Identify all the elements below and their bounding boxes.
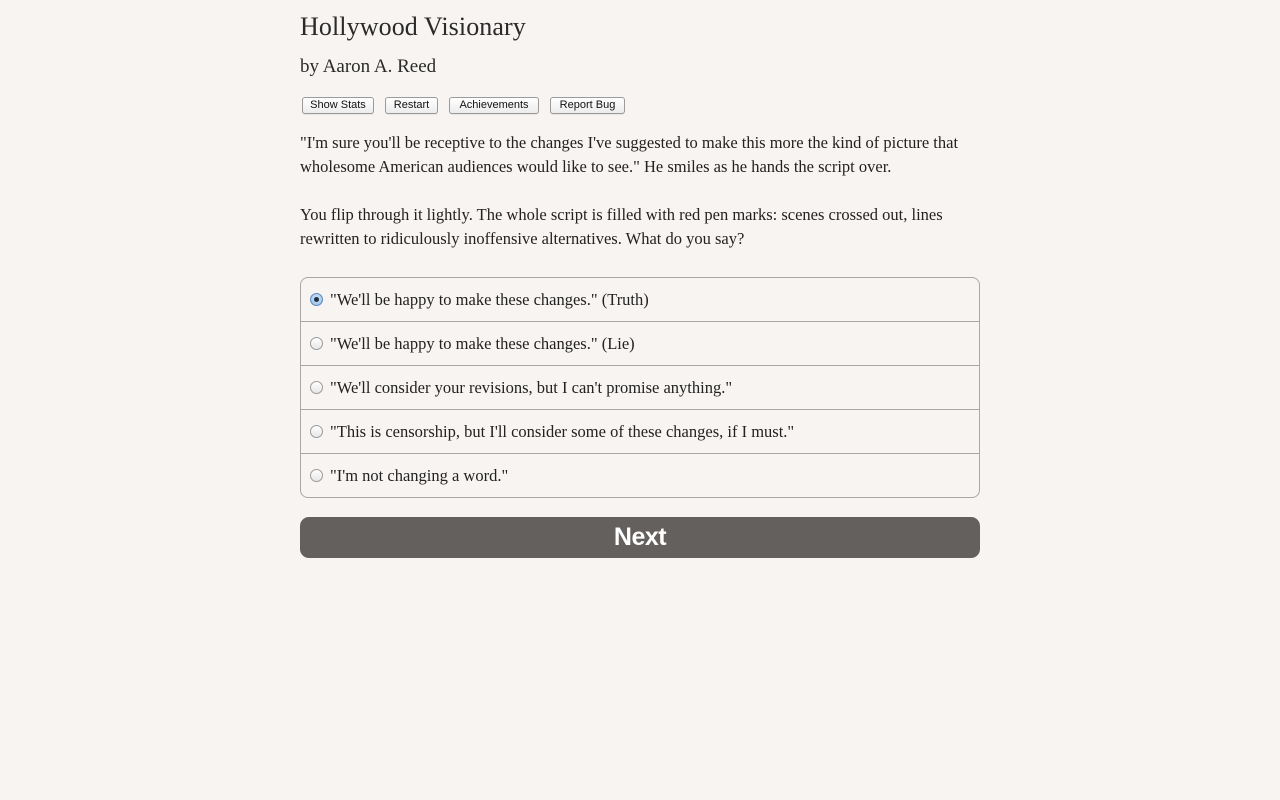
choice-option-censorship[interactable]: "This is censorship, but I'll consider s… xyxy=(301,410,979,454)
toolbar: Show Stats Restart Achievements Report B… xyxy=(302,97,625,114)
next-button[interactable]: Next xyxy=(300,517,980,558)
choice-label: "We'll be happy to make these changes." … xyxy=(330,333,635,353)
author-byline: by Aaron A. Reed xyxy=(300,56,437,77)
radio-button[interactable] xyxy=(310,425,323,438)
restart-button[interactable]: Restart xyxy=(385,97,438,114)
radio-button[interactable] xyxy=(310,337,323,350)
choice-label: "I'm not changing a word." xyxy=(330,465,509,485)
story-passage: "I'm sure you'll be receptive to the cha… xyxy=(300,131,990,275)
passage-paragraph: You flip through it lightly. The whole s… xyxy=(300,205,943,248)
choice-option-truth[interactable]: "We'll be happy to make these changes." … xyxy=(301,278,979,322)
radio-button[interactable] xyxy=(310,469,323,482)
radio-button-checked[interactable] xyxy=(310,293,323,306)
choice-option-lie[interactable]: "We'll be happy to make these changes." … xyxy=(301,322,979,366)
achievements-button[interactable]: Achievements xyxy=(449,97,539,114)
choice-label: "We'll be happy to make these changes." … xyxy=(330,289,649,309)
choice-option-refuse[interactable]: "I'm not changing a word." xyxy=(301,454,979,497)
passage-paragraph: "I'm sure you'll be receptive to the cha… xyxy=(300,133,959,176)
show-stats-button[interactable]: Show Stats xyxy=(302,97,374,114)
radio-button[interactable] xyxy=(310,381,323,394)
choice-list: "We'll be happy to make these changes." … xyxy=(300,277,980,498)
game-title: Hollywood Visionary xyxy=(300,12,526,41)
choice-label: "We'll consider your revisions, but I ca… xyxy=(330,377,733,397)
choice-label: "This is censorship, but I'll consider s… xyxy=(330,421,795,441)
choice-option-consider[interactable]: "We'll consider your revisions, but I ca… xyxy=(301,366,979,410)
report-bug-button[interactable]: Report Bug xyxy=(550,97,625,114)
